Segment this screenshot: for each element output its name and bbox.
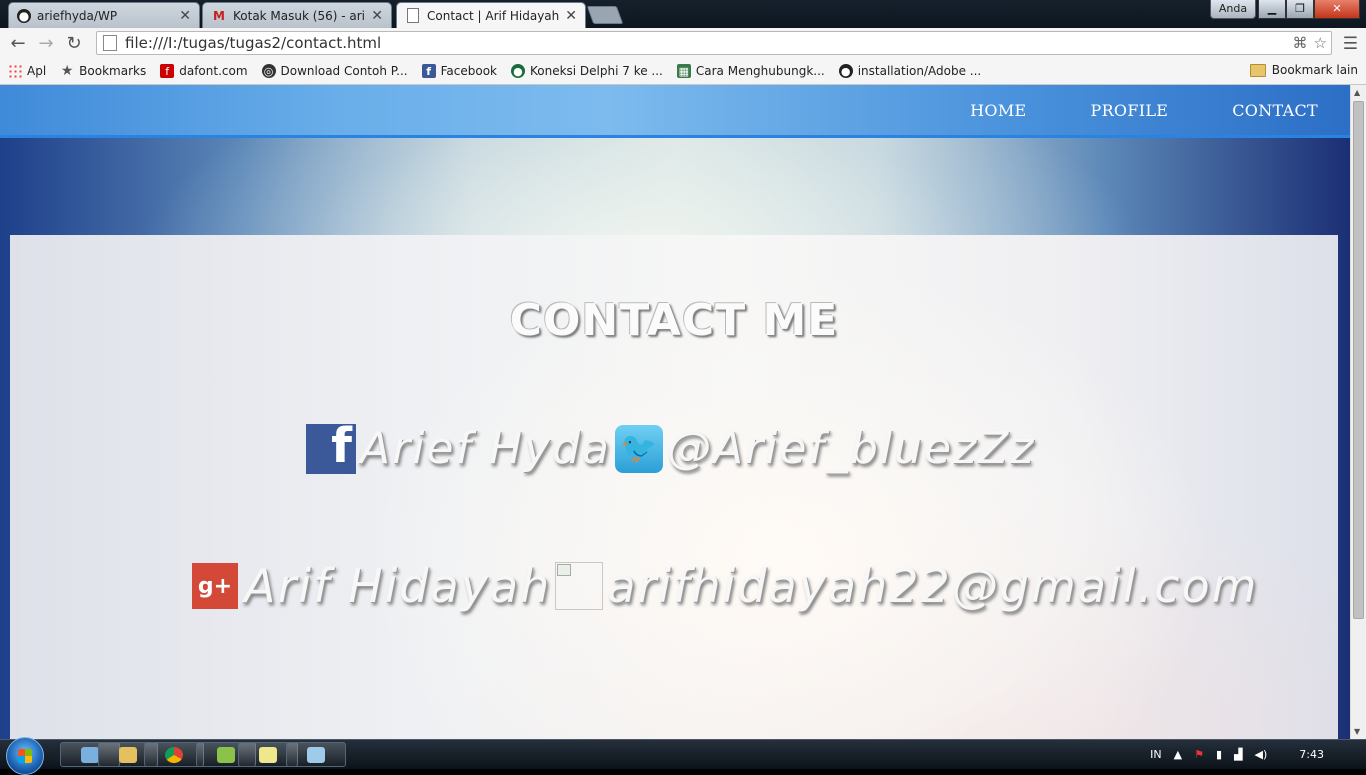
page-scrollbar[interactable]: ▲ ▼	[1350, 85, 1366, 739]
apps-grid-icon	[8, 64, 22, 78]
chrome-icon	[165, 746, 183, 763]
browser-titlebar: ● ariefhyda/WP ✕ M Kotak Masuk (56) - ar…	[0, 0, 1366, 28]
page-viewport: HOME PROFILE CONTACT CONTACT ME f Arief …	[0, 85, 1350, 739]
profile-button[interactable]: Anda	[1210, 0, 1256, 19]
bookmark-facebook[interactable]: f Facebook	[421, 64, 497, 78]
other-bookmarks-label: Bookmark lain	[1271, 63, 1358, 77]
system-tray: IN ▲ ⚑ ▮ ▟ ◀) 7:43	[1144, 740, 1366, 769]
folder-icon	[119, 746, 137, 763]
bookmark-installation-adobe[interactable]: ● installation/Adobe ...	[838, 64, 982, 78]
contact-content-box: CONTACT ME f Arief Hyda 🐦 @Arief_bluezZz…	[10, 235, 1338, 739]
scrollbar-thumb[interactable]	[1353, 101, 1364, 619]
address-bar[interactable]: file:///I:/tugas/tugas2/contact.html ⌘ ☆	[96, 31, 1332, 55]
tab-label: Kotak Masuk (56) - arifhid	[233, 8, 365, 23]
dafont-icon: f	[160, 64, 175, 78]
google-plus-icon[interactable]: g+	[192, 563, 238, 609]
bookmark-label: Cara Menghubungk...	[695, 64, 825, 78]
start-button[interactable]	[6, 737, 44, 775]
browser-toolbar: ← → ↻ file:///I:/tugas/tugas2/contact.ht…	[0, 28, 1366, 58]
windows-taskbar: IN ▲ ⚑ ▮ ▟ ◀) 7:43	[0, 737, 1366, 775]
clock[interactable]: 7:43	[1299, 748, 1324, 761]
tab-github[interactable]: ● ariefhyda/WP ✕	[8, 2, 200, 28]
windows-logo-icon	[18, 749, 32, 763]
taskbar-paint[interactable]	[286, 742, 346, 767]
facebook-name: Arief Hyda	[360, 423, 611, 474]
network-icon[interactable]: ▟	[1234, 748, 1242, 761]
tab-label: ariefhyda/WP	[37, 8, 118, 23]
bookmark-label: Apl	[27, 64, 47, 78]
bookmark-bookmarks[interactable]: ★ Bookmarks	[60, 63, 147, 79]
translate-icon[interactable]: ⌘	[1293, 34, 1308, 52]
nav-contact-link[interactable]: CONTACT	[1232, 101, 1318, 120]
keyboard-icon	[81, 746, 99, 763]
tab-label: Contact | Arif Hidayah	[427, 8, 560, 23]
language-indicator[interactable]: IN	[1150, 748, 1161, 761]
bookmark-label: dafont.com	[179, 64, 248, 78]
github-icon: ●	[17, 8, 31, 23]
star-icon: ★	[60, 63, 74, 79]
scroll-up-icon[interactable]: ▲	[1354, 88, 1360, 97]
bookmark-label: Koneksi Delphi 7 ke ...	[529, 64, 663, 78]
bookmark-label: Bookmarks	[79, 64, 147, 78]
bookmark-label: Facebook	[440, 64, 497, 78]
maximize-button[interactable]: ❐	[1286, 0, 1314, 19]
forward-button[interactable]: →	[32, 29, 60, 57]
page-icon	[405, 8, 421, 24]
bookmark-star-icon[interactable]: ☆	[1314, 34, 1327, 52]
url-text: file:///I:/tugas/tugas2/contact.html	[125, 34, 382, 52]
nav-profile-link[interactable]: PROFILE	[1091, 101, 1169, 120]
gmail-icon: M	[213, 8, 225, 23]
window-controls: ▁ ❐ ✕	[1258, 0, 1360, 19]
page-title: CONTACT ME	[509, 295, 839, 346]
site-nav-links: HOME PROFILE CONTACT	[970, 85, 1318, 135]
menu-icon[interactable]: ☰	[1343, 34, 1358, 54]
site-icon: ●	[510, 64, 525, 78]
volume-icon[interactable]: ◀)	[1255, 748, 1268, 761]
twitter-handle: @Arief_bluezZz	[666, 423, 1036, 474]
page-icon	[103, 35, 117, 51]
taskbar-chrome[interactable]	[144, 742, 204, 767]
globe-icon: ◎	[261, 64, 276, 78]
close-icon[interactable]: ✕	[371, 8, 383, 24]
scroll-down-icon[interactable]: ▼	[1354, 727, 1360, 736]
bookmark-label: Download Contoh P...	[280, 64, 408, 78]
googleplus-email-row: g+ Arif Hidayah arifhidayah22@gmail.com	[192, 559, 1258, 613]
twitter-icon[interactable]: 🐦	[614, 424, 663, 473]
close-window-button[interactable]: ✕	[1314, 0, 1360, 19]
reload-button[interactable]: ↻	[60, 29, 88, 57]
action-center-icon[interactable]: ⚑	[1194, 748, 1204, 761]
facebook-icon[interactable]: f	[306, 418, 356, 474]
show-hidden-icons[interactable]: ▲	[1174, 748, 1182, 761]
broken-image-icon	[555, 562, 604, 610]
tab-contact[interactable]: Contact | Arif Hidayah ✕	[396, 2, 586, 28]
tab-gmail[interactable]: M Kotak Masuk (56) - arifhid ✕	[202, 2, 392, 28]
folder-icon	[1249, 63, 1266, 77]
facebook-icon: f	[421, 64, 436, 78]
close-icon[interactable]: ✕	[565, 8, 577, 24]
minimize-button[interactable]: ▁	[1258, 0, 1286, 19]
bookmark-dafont[interactable]: f dafont.com	[160, 64, 248, 78]
back-button[interactable]: ←	[4, 29, 32, 57]
bookmark-label: installation/Adobe ...	[857, 64, 982, 78]
github-icon: ●	[838, 64, 853, 78]
new-tab-button[interactable]	[586, 6, 624, 24]
paint-icon	[307, 746, 325, 763]
messenger-icon	[217, 746, 235, 763]
bookmarks-bar: Apl ★ Bookmarks f dafont.com ◎ Download …	[0, 58, 1366, 85]
image-icon: ▦	[676, 64, 691, 78]
close-icon[interactable]: ✕	[179, 8, 191, 24]
nav-home-link[interactable]: HOME	[970, 101, 1026, 120]
site-navbar: HOME PROFILE CONTACT	[0, 85, 1350, 138]
notepad-icon	[259, 746, 277, 763]
bookmark-download-contoh[interactable]: ◎ Download Contoh P...	[261, 64, 408, 78]
bookmark-apl[interactable]: Apl	[8, 64, 46, 78]
email-address: arifhidayah22@gmail.com	[607, 559, 1259, 613]
bookmark-koneksi-delphi[interactable]: ● Koneksi Delphi 7 ke ...	[510, 64, 663, 78]
facebook-twitter-row: f Arief Hyda 🐦 @Arief_bluezZz	[306, 418, 1036, 474]
other-bookmarks[interactable]: Bookmark lain	[1249, 63, 1358, 77]
googleplus-name: Arif Hidayah	[244, 559, 552, 613]
battery-icon[interactable]: ▮	[1216, 748, 1222, 761]
bookmark-cara-menghubungkan[interactable]: ▦ Cara Menghubungk...	[676, 64, 825, 78]
